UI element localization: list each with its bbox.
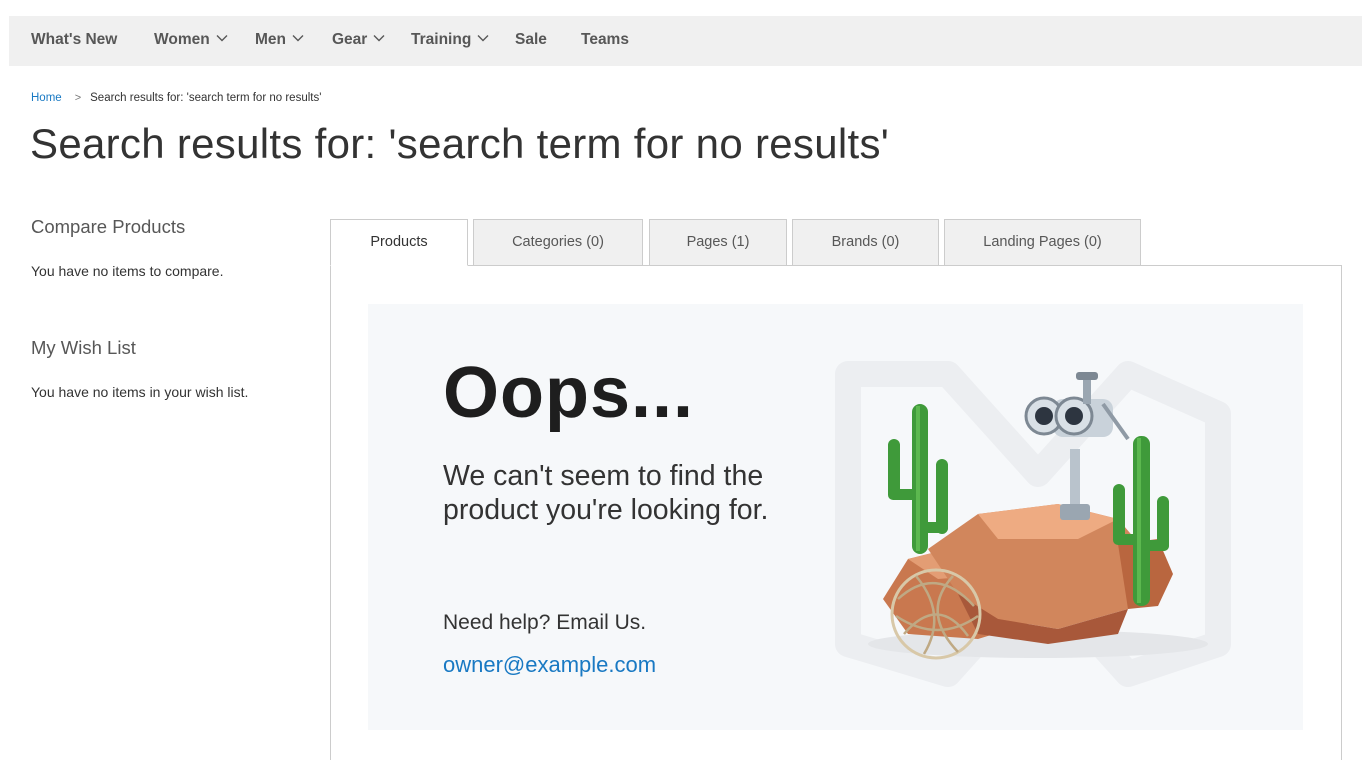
breadcrumb-separator: > [74, 92, 82, 104]
nav-item-men[interactable]: Men [255, 16, 304, 66]
help-text: Need help? Email Us. [443, 611, 647, 634]
support-email-link[interactable]: owner@example.com [443, 652, 656, 678]
tab-products[interactable]: Products [330, 219, 468, 266]
breadcrumb-current: Search results for: 'search term for no … [90, 92, 322, 104]
breadcrumb: Home > Search results for: 'search term fo… [31, 92, 321, 104]
nav-item-women[interactable]: Women [154, 16, 228, 66]
nav-item-label: Sale [515, 31, 547, 48]
tab-landing-pages[interactable]: Landing Pages (0) [944, 219, 1141, 266]
tab-brands[interactable]: Brands (0) [792, 219, 939, 266]
nav-item-label: Training [411, 31, 472, 49]
chevron-down-icon [373, 14, 385, 62]
nav-item-label: Men [255, 31, 286, 49]
nav-item-training[interactable]: Training [411, 16, 489, 66]
no-results-card: Oops... We can't seem to find the produc… [368, 304, 1303, 730]
no-results-message: We can't seem to find the product you're… [443, 460, 769, 526]
chevron-down-icon [477, 14, 489, 62]
chevron-down-icon [292, 14, 304, 62]
nav-item-sale[interactable]: Sale [515, 16, 547, 66]
nav-item-teams[interactable]: Teams [581, 16, 629, 66]
desert-binoculars-illustration [835, 361, 1231, 687]
wish-list-heading: My Wish List [31, 337, 136, 358]
breadcrumb-home-link[interactable]: Home [31, 92, 62, 104]
compare-empty-message: You have no items to compare. [31, 263, 224, 279]
nav-item-label: Teams [581, 31, 629, 48]
page-title: Search results for: 'search term for no … [30, 120, 890, 167]
chevron-down-icon [216, 14, 228, 62]
compare-products-heading: Compare Products [31, 216, 186, 237]
tab-pages[interactable]: Pages (1) [649, 219, 787, 266]
wish-list-empty-message: You have no items in your wish list. [31, 384, 249, 400]
nav-item-whats-new[interactable]: What's New [31, 16, 117, 66]
nav-item-gear[interactable]: Gear [332, 16, 385, 66]
nav-item-label: What's New [31, 31, 118, 48]
tab-categories[interactable]: Categories (0) [473, 219, 643, 266]
no-results-heading: Oops... [443, 353, 695, 433]
nav-item-label: Women [154, 31, 210, 49]
main-navigation: What's New Women Men Gear Training Sale … [9, 16, 1362, 66]
nav-item-label: Gear [332, 31, 368, 49]
